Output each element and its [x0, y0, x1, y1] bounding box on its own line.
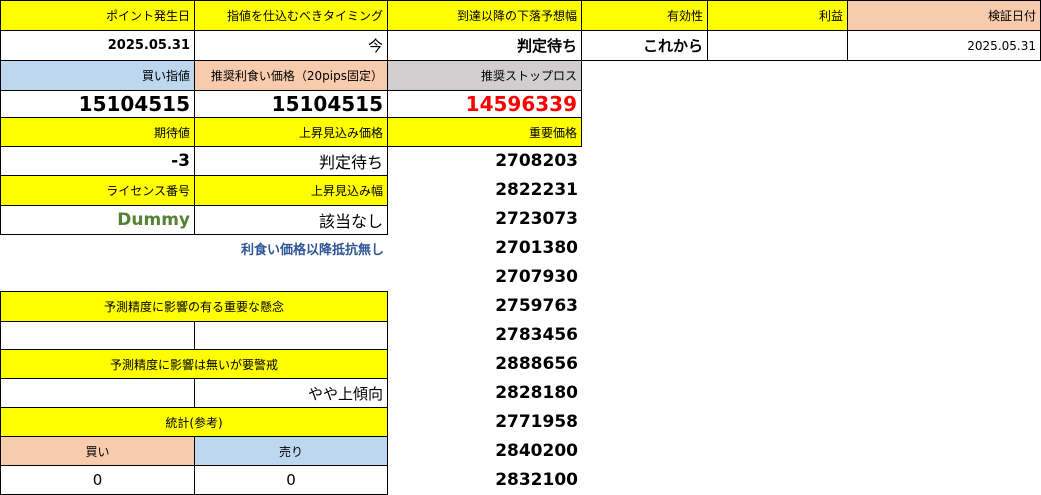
important-price-3[interactable]: 2723073: [387, 204, 582, 234]
stop-loss-header[interactable]: 推奨ストップロス: [387, 60, 582, 91]
validity-cell[interactable]: これから: [581, 30, 708, 61]
warning-left-cell[interactable]: [0, 378, 195, 408]
important-price-8[interactable]: 2888656: [387, 349, 582, 379]
important-price-10[interactable]: 2771958: [387, 407, 582, 437]
drop-forecast-header[interactable]: 到達以降の下落予想幅: [387, 0, 582, 31]
timing-header[interactable]: 指値を仕込むべきタイミング: [194, 0, 388, 31]
verify-date-header[interactable]: 検証日付: [847, 0, 1041, 31]
important-price-5[interactable]: 2707930: [387, 262, 582, 292]
important-price-4[interactable]: 2701380: [387, 233, 582, 263]
stop-loss-value[interactable]: 14596339: [387, 90, 582, 118]
stats-sell-header[interactable]: 売り: [194, 436, 388, 466]
take-profit-value[interactable]: 15104515: [194, 90, 388, 118]
point-date-header[interactable]: ポイント発生日: [0, 0, 195, 31]
buy-limit-value[interactable]: 15104515: [0, 90, 195, 118]
important-price-11[interactable]: 2840200: [387, 436, 582, 466]
stats-header[interactable]: 統計(参考): [0, 407, 388, 437]
important-price-6[interactable]: 2759763: [387, 291, 582, 321]
rise-price-header[interactable]: 上昇見込み価格: [194, 117, 388, 147]
concern-right-cell[interactable]: [194, 321, 388, 350]
concern-header[interactable]: 予測精度に影響の有る重要な懸念: [0, 291, 388, 322]
rise-price-cell[interactable]: 判定待ち: [194, 146, 388, 176]
take-profit-header[interactable]: 推奨利食い価格（20pips固定）: [194, 60, 388, 91]
important-price-12[interactable]: 2832100: [387, 465, 582, 495]
profit-cell[interactable]: [707, 30, 848, 61]
stats-sell-cell[interactable]: 0: [194, 465, 388, 495]
expected-value-header[interactable]: 期待値: [0, 117, 195, 147]
rise-width-cell[interactable]: 該当なし: [194, 205, 388, 235]
important-price-7[interactable]: 2783456: [387, 320, 582, 350]
important-price-header[interactable]: 重要価格: [387, 117, 582, 147]
profit-header[interactable]: 利益: [707, 0, 848, 31]
stats-buy-cell[interactable]: 0: [0, 465, 195, 495]
drop-forecast-cell[interactable]: 判定待ち: [387, 30, 582, 61]
warning-right-cell[interactable]: やや上傾向: [194, 378, 388, 408]
validity-header[interactable]: 有効性: [581, 0, 708, 31]
concern-left-cell[interactable]: [0, 321, 195, 350]
warning-header[interactable]: 予測精度に影響は無いが要警戒: [0, 349, 388, 379]
buy-limit-header[interactable]: 買い指値: [0, 60, 195, 91]
important-price-1[interactable]: 2708203: [387, 146, 582, 176]
license-cell[interactable]: Dummy: [0, 205, 195, 235]
timing-cell[interactable]: 今: [194, 30, 388, 61]
verify-date-cell[interactable]: 2025.05.31: [847, 30, 1041, 61]
point-date-cell[interactable]: 2025.05.31: [0, 30, 195, 61]
expected-value-cell[interactable]: -3: [0, 146, 195, 176]
stats-buy-header[interactable]: 買い: [0, 436, 195, 466]
important-price-9[interactable]: 2828180: [387, 378, 582, 408]
license-header[interactable]: ライセンス番号: [0, 175, 195, 206]
no-resistance-note: 利食い価格以降抵抗無し: [240, 242, 384, 258]
rise-width-header[interactable]: 上昇見込み幅: [194, 175, 388, 206]
important-price-2[interactable]: 2822231: [387, 175, 582, 205]
spreadsheet-grid: ポイント発生日 指値を仕込むべきタイミング 到達以降の下落予想幅 有効性 利益 …: [0, 0, 1041, 495]
